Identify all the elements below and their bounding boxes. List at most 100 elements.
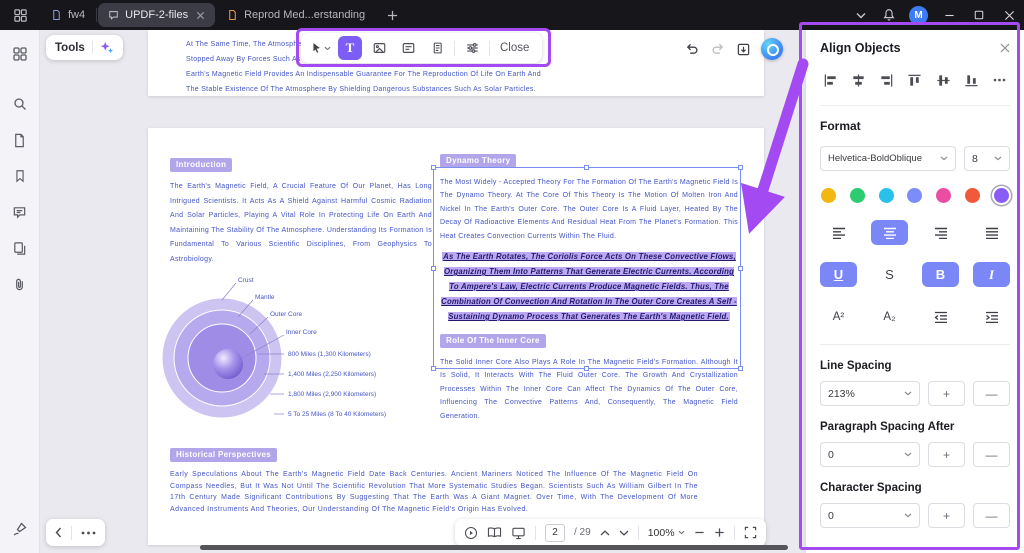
line-spacing-select[interactable]: 213% xyxy=(820,381,920,406)
link-card-tool-button[interactable] xyxy=(396,36,420,60)
panel-close-icon[interactable] xyxy=(1000,43,1010,53)
page1-text-line[interactable]: Earth's Magnetic Field Provides An Indis… xyxy=(186,67,764,82)
properties-sliders-icon[interactable] xyxy=(460,36,484,60)
selection-handle[interactable] xyxy=(738,366,743,371)
new-tab-button[interactable] xyxy=(379,3,405,27)
two-page-view-icon[interactable] xyxy=(487,526,502,539)
align-top-icon[interactable] xyxy=(905,70,925,90)
color-swatch-purple-selected[interactable] xyxy=(993,188,1009,203)
color-swatch-orange[interactable] xyxy=(965,188,981,203)
color-swatch-cyan[interactable] xyxy=(878,188,894,203)
window-close-button[interactable] xyxy=(994,0,1024,30)
text-tool-button[interactable]: T xyxy=(338,36,362,60)
page-thumbnails-icon[interactable] xyxy=(6,126,34,154)
image-tool-button[interactable] xyxy=(367,36,391,60)
line-spacing-increase-button[interactable]: + xyxy=(928,381,965,406)
tools-button[interactable]: Tools xyxy=(46,35,123,60)
zoom-out-icon[interactable] xyxy=(694,527,705,538)
search-icon[interactable] xyxy=(6,90,34,118)
text-align-center-button[interactable] xyxy=(871,220,908,245)
selected-text-block[interactable]: As The Earth Rotates, The Coriolis Force… xyxy=(440,248,738,323)
strikethrough-button[interactable]: S xyxy=(871,262,908,287)
redo-icon[interactable] xyxy=(710,42,726,57)
align-bottom-icon[interactable] xyxy=(962,70,982,90)
selection-handle[interactable] xyxy=(584,165,589,170)
paragraph-spacing-increase-button[interactable]: + xyxy=(928,442,965,467)
fit-page-icon[interactable] xyxy=(744,526,757,539)
ai-sparkle-icon[interactable] xyxy=(100,41,114,55)
reading-mode-icon[interactable] xyxy=(511,526,526,540)
horizontal-scrollbar[interactable] xyxy=(200,545,788,550)
save-icon[interactable] xyxy=(736,42,751,57)
notifications-bell-icon[interactable] xyxy=(875,0,903,30)
undo-icon[interactable] xyxy=(684,42,700,57)
user-avatar[interactable]: M xyxy=(909,5,928,25)
character-spacing-decrease-button[interactable]: — xyxy=(973,503,1010,528)
updf-ai-button[interactable] xyxy=(761,38,783,60)
historical-paragraph[interactable]: Early Speculations About The Earth's Mag… xyxy=(170,469,698,515)
text-align-justify-button[interactable] xyxy=(973,220,1010,245)
previous-page-chevron-up-icon[interactable] xyxy=(600,529,610,536)
close-edit-mode-button[interactable]: Close xyxy=(495,42,534,54)
auto-scroll-play-icon[interactable] xyxy=(464,526,478,540)
paragraph-spacing-select[interactable]: 0 xyxy=(820,442,920,467)
underline-button[interactable]: U xyxy=(820,262,857,287)
color-swatch-pink[interactable] xyxy=(936,188,952,203)
color-swatch-blue[interactable] xyxy=(907,188,923,203)
align-middle-vertical-icon[interactable] xyxy=(933,70,953,90)
current-page-input[interactable]: 2 xyxy=(545,523,565,542)
selection-handle[interactable] xyxy=(738,165,743,170)
text-align-right-button[interactable] xyxy=(922,220,959,245)
inner-core-paragraph[interactable]: The Solid Inner Core Also Plays A Role I… xyxy=(440,356,738,423)
zoom-in-icon[interactable] xyxy=(714,527,725,538)
signature-pen-icon[interactable] xyxy=(6,515,34,543)
color-swatch-green[interactable] xyxy=(849,188,865,203)
tab-updf-2-files[interactable]: UPDF-2-files xyxy=(98,3,216,27)
apps-grid-icon[interactable] xyxy=(6,40,34,68)
line-spacing-decrease-button[interactable]: — xyxy=(973,381,1010,406)
bookmark-icon[interactable] xyxy=(6,162,34,190)
paragraph-spacing-decrease-button[interactable]: — xyxy=(973,442,1010,467)
align-center-horizontal-icon[interactable] xyxy=(848,70,868,90)
text-align-left-button[interactable] xyxy=(820,220,857,245)
page-tool-button[interactable] xyxy=(425,36,449,60)
tab-fw4[interactable]: fw4 xyxy=(41,3,95,27)
increase-indent-button[interactable] xyxy=(973,304,1010,329)
page1-text-line[interactable]: The Stable Existence Of The Atmosphere B… xyxy=(186,82,764,97)
font-family-select[interactable]: Helvetica-BoldOblique xyxy=(820,146,956,171)
decrease-indent-button[interactable] xyxy=(922,304,959,329)
introduction-heading[interactable]: Introduction xyxy=(170,157,233,172)
comments-icon[interactable] xyxy=(6,198,34,226)
chevron-down-icon[interactable] xyxy=(847,0,875,30)
inner-core-heading[interactable]: Role Of The Inner Core xyxy=(440,333,546,348)
collapse-chevron-left-icon[interactable] xyxy=(55,527,62,538)
selection-handle[interactable] xyxy=(738,266,743,271)
color-swatch-yellow[interactable] xyxy=(821,188,836,203)
introduction-paragraph[interactable]: The Earth's Magnetic Field, A Crucial Fe… xyxy=(170,180,432,267)
document-canvas[interactable]: At The Same Time, The Atmosphe Stopped A… xyxy=(40,30,806,553)
character-spacing-select[interactable]: 0 xyxy=(820,503,920,528)
more-align-options-icon[interactable] xyxy=(990,70,1010,90)
dynamo-theory-heading[interactable]: Dynamo Theory xyxy=(440,153,517,168)
window-minimize-button[interactable] xyxy=(934,0,964,30)
dynamo-theory-paragraph[interactable]: The Most Widely - Accepted Theory For Th… xyxy=(440,176,738,243)
character-spacing-increase-button[interactable]: + xyxy=(928,503,965,528)
next-page-chevron-down-icon[interactable] xyxy=(619,530,629,536)
bold-button[interactable]: B xyxy=(922,262,959,287)
tab-close-icon[interactable] xyxy=(196,11,205,20)
attachment-paperclip-icon[interactable] xyxy=(6,270,34,298)
superscript-button[interactable]: A² xyxy=(820,304,857,329)
tab-reprod-med[interactable]: Reprod Med...erstanding xyxy=(217,3,375,27)
font-size-select[interactable]: 8 xyxy=(964,146,1010,171)
italic-button[interactable]: I xyxy=(973,262,1010,287)
historical-heading[interactable]: Historical Perspectives xyxy=(170,447,277,462)
zoom-level-select[interactable]: 100% xyxy=(648,527,685,539)
align-left-icon[interactable] xyxy=(820,70,840,90)
subscript-button[interactable]: A₂ xyxy=(871,304,908,329)
select-tool-button[interactable] xyxy=(309,36,333,60)
align-right-icon[interactable] xyxy=(877,70,897,90)
pages-stack-icon[interactable] xyxy=(6,234,34,262)
app-menu-grid-icon[interactable] xyxy=(0,0,40,30)
selected-text[interactable]: As The Earth Rotates, The Coriolis Force… xyxy=(441,252,737,322)
more-options-icon[interactable] xyxy=(81,531,96,535)
